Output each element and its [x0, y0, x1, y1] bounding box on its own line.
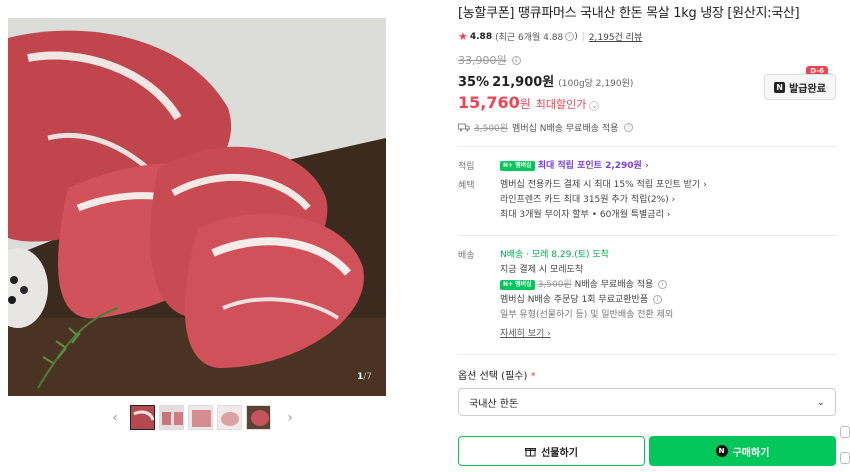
chevron-left-icon[interactable]: ‹	[108, 410, 122, 426]
perks-key: 혜택	[458, 181, 475, 191]
buy-label: 구매하기	[732, 447, 770, 459]
chevron-down-icon[interactable]: ⌄	[589, 101, 600, 111]
rating-recent-close: )	[574, 31, 578, 42]
star-icon: ★	[458, 30, 468, 43]
thumbnail[interactable]	[217, 405, 242, 430]
delivery-order-note: 지금 결제 시 모레도착	[500, 265, 584, 275]
thumbnail[interactable]	[188, 405, 213, 430]
max-discount-price: 15,760	[458, 93, 520, 112]
discount-rate: 35%	[458, 75, 490, 90]
perks-row: 혜택 멤버십 전용카드 결제 시 최대 15% 적립 포인트 받기 › 라인프렌…	[458, 178, 836, 223]
coupon-label: 발급완료	[789, 83, 826, 95]
truck-icon	[458, 123, 470, 132]
shipping-summary: 3,500원 멤버십 N배송 무료배송 적용 i	[458, 121, 836, 134]
membership-badge: N+ 멤버십	[500, 279, 535, 290]
free-shipping-text: N배송 무료배송 적용	[574, 280, 654, 290]
shipping-fee-strike: 3,500원	[474, 124, 509, 134]
chevron-down-icon: ⌄	[816, 396, 825, 408]
sale-price: 21,900원	[492, 75, 555, 90]
divider	[458, 235, 836, 236]
buy-button[interactable]: N 구매하기	[649, 436, 836, 466]
thumbnail[interactable]	[159, 405, 184, 430]
perk-item[interactable]: 멤버십 전용카드 결제 시 최대 15% 적립 포인트 받기 ›	[500, 178, 707, 193]
option-label: 옵션 선택 (필수) *	[458, 371, 536, 382]
product-image[interactable]: 1/7	[8, 18, 386, 396]
coupon-button[interactable]: N 발급완료	[764, 74, 836, 100]
required-mark: *	[530, 371, 536, 382]
gift-button[interactable]: 선물하기	[458, 436, 645, 466]
divider: |	[581, 31, 585, 42]
points-link[interactable]: 최대 적립 포인트 2,290원 ›	[538, 161, 649, 171]
unit-price: (100g당 2,190원)	[558, 79, 634, 89]
delivery-key: 배송	[458, 251, 475, 261]
max-discount-won: 원	[519, 97, 531, 111]
info-icon[interactable]: i	[624, 123, 634, 132]
chevron-right-icon[interactable]: ›	[283, 410, 297, 426]
image-counter: 1/7	[356, 372, 372, 382]
max-discount-label: 최대할인가	[535, 98, 587, 111]
naver-n-icon: N	[715, 445, 728, 457]
delivery-row: 배송 N배송 · 모레 8.29.(토) 도착 지금 결제 시 모레도착 N+ …	[458, 248, 836, 342]
thumbnail-strip: ‹ ›	[108, 405, 297, 430]
points-key: 적립	[458, 162, 475, 172]
reviews-link[interactable]: 2,195건 리뷰	[589, 30, 642, 43]
details-link[interactable]: 자세히 보기 ›	[500, 329, 551, 339]
perk-item[interactable]: 라인프렌즈 카드 최대 315원 추가 적립(2%) ›	[500, 193, 707, 208]
gift-label: 선물하기	[541, 447, 578, 459]
info-icon[interactable]: i	[658, 280, 668, 289]
perk-item[interactable]: 최대 3개월 무이자 할부 • 60개월 특별금리 ›	[500, 208, 707, 223]
rating-row: ★ 4.88 (최근 6개월 4.88 i ) | 2,195건 리뷰	[458, 30, 836, 43]
divider	[458, 146, 836, 147]
original-price-row: 33,900원 i	[458, 52, 836, 68]
option-selected-value: 국내산 한돈	[469, 398, 519, 410]
exclusion-note: 일부 유형(선물하기 등) 및 일반배송 전환 제외	[500, 310, 674, 320]
share-icon[interactable]	[840, 426, 850, 438]
action-buttons: 선물하기 N 구매하기	[458, 436, 836, 466]
original-price: 33,900원	[458, 54, 507, 67]
divider	[458, 354, 836, 355]
info-icon[interactable]: i	[652, 295, 662, 304]
info-icon[interactable]: i	[511, 55, 521, 65]
thumbnail[interactable]	[246, 405, 271, 430]
pork-neck-photo	[8, 18, 386, 396]
rating-score: 4.88	[469, 31, 493, 42]
naver-n-icon: N	[774, 81, 786, 93]
option-select[interactable]: 국내산 한돈 ⌄	[458, 388, 836, 416]
exchange-note: 멤버십 N배송 주문당 1회 무료교환반품	[500, 295, 649, 305]
gift-icon	[525, 447, 537, 456]
membership-badge: N+ 멤버십	[500, 160, 535, 171]
free-shipping-strike: 3,500원	[537, 280, 572, 290]
shipping-text: 멤버십 N배송 무료배송 적용	[512, 124, 619, 134]
thumbnail[interactable]	[130, 405, 155, 430]
info-icon[interactable]: i	[565, 32, 575, 41]
product-title: [농할쿠폰] 땡큐파머스 국내산 한돈 목살 1kg 냉장 [원산지:국산]	[458, 6, 800, 21]
delivery-eta: N배송 · 모레 8.29.(토) 도착	[500, 250, 609, 260]
product-info: [농할쿠폰] 땡큐파머스 국내산 한돈 목살 1kg 냉장 [원산지:국산] ★…	[458, 0, 836, 416]
bookmark-icon[interactable]	[840, 452, 850, 464]
rating-recent: (최근 6개월 4.88	[495, 33, 564, 43]
points-row: 적립 N+ 멤버십 최대 적립 포인트 2,290원 ›	[458, 159, 836, 174]
